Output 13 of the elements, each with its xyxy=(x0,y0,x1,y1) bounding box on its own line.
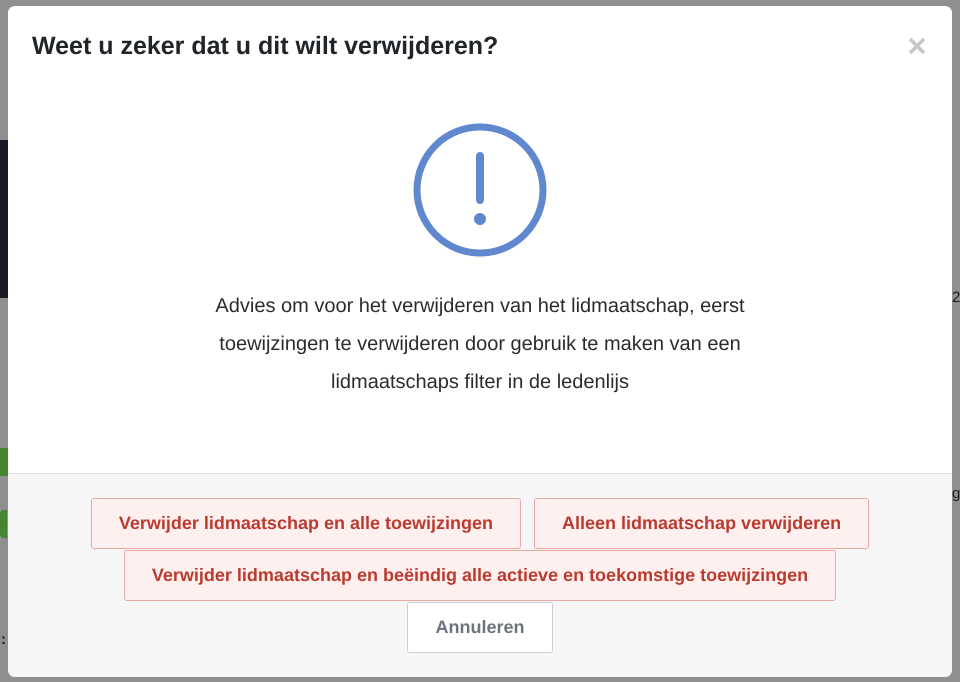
delete-button[interactable]: Verwijder lidmaatschap en alle toewijzingen xyxy=(90,498,521,549)
dialog-message: Advies om voor het verwijderen van het lidmaatschap, eerst toewijzingen te verwijderen door gebruik te maken van een lidmaatschaps filter in de ledenlijs xyxy=(214,294,746,395)
background-text: 2 xyxy=(952,290,960,306)
background-text: : xyxy=(1,632,7,648)
delete-button[interactable]: Alleen lidmaatschap verwijderen xyxy=(534,498,870,549)
cancel-button[interactable]: Annuleren xyxy=(407,602,552,653)
exclamation-circle-icon xyxy=(412,122,548,258)
delete-button[interactable]: Verwijder lidmaatschap en beëindig alle actieve en toekomstige toewijzingen xyxy=(124,550,836,601)
background-text: g xyxy=(952,486,960,502)
status-badge xyxy=(0,510,7,538)
status-badge xyxy=(0,448,8,476)
close-icon[interactable] xyxy=(908,37,926,55)
dialog-title: Weet u zeker dat u dit wilt verwijderen? xyxy=(32,32,498,60)
